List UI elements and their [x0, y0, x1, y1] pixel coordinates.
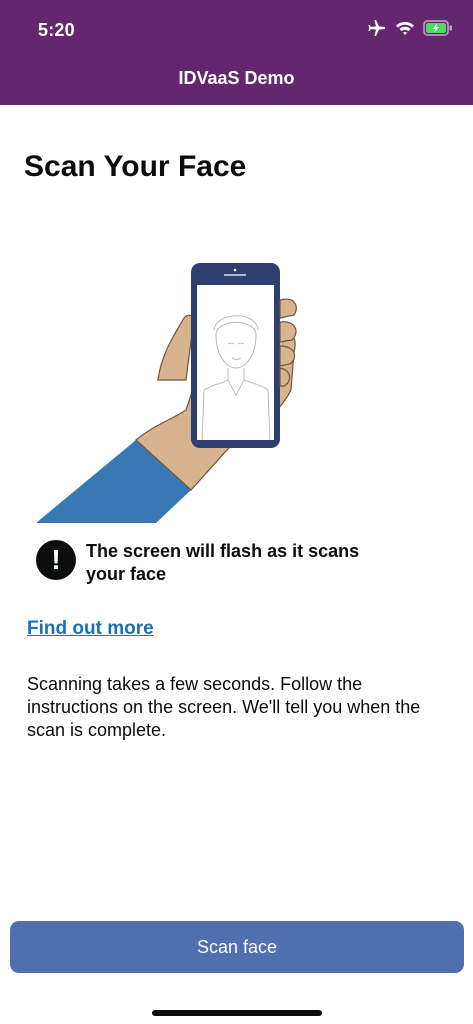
battery-charging-icon: [423, 19, 453, 41]
scan-face-button[interactable]: Scan face: [10, 921, 464, 973]
wifi-icon: [395, 20, 415, 41]
warning-callout: ! The screen will flash as it scans your…: [36, 540, 436, 586]
warning-text: The screen will flash as it scans your f…: [86, 541, 360, 584]
hand-holding-phone-illustration: [36, 260, 306, 525]
find-out-more-link[interactable]: Find out more: [27, 618, 154, 640]
status-time: 5:20: [38, 20, 75, 40]
home-indicator: [152, 1010, 322, 1016]
status-icons: [367, 18, 453, 42]
airplane-icon: [367, 18, 387, 43]
page-title: Scan Your Face: [24, 150, 247, 183]
exclamation-icon: !: [36, 540, 76, 580]
app-header: 5:20 IDVaaS Demo: [0, 0, 473, 105]
nav-title: IDVaaS Demo: [178, 68, 295, 88]
scan-instructions: Scanning takes a few seconds. Follow the…: [27, 674, 421, 740]
